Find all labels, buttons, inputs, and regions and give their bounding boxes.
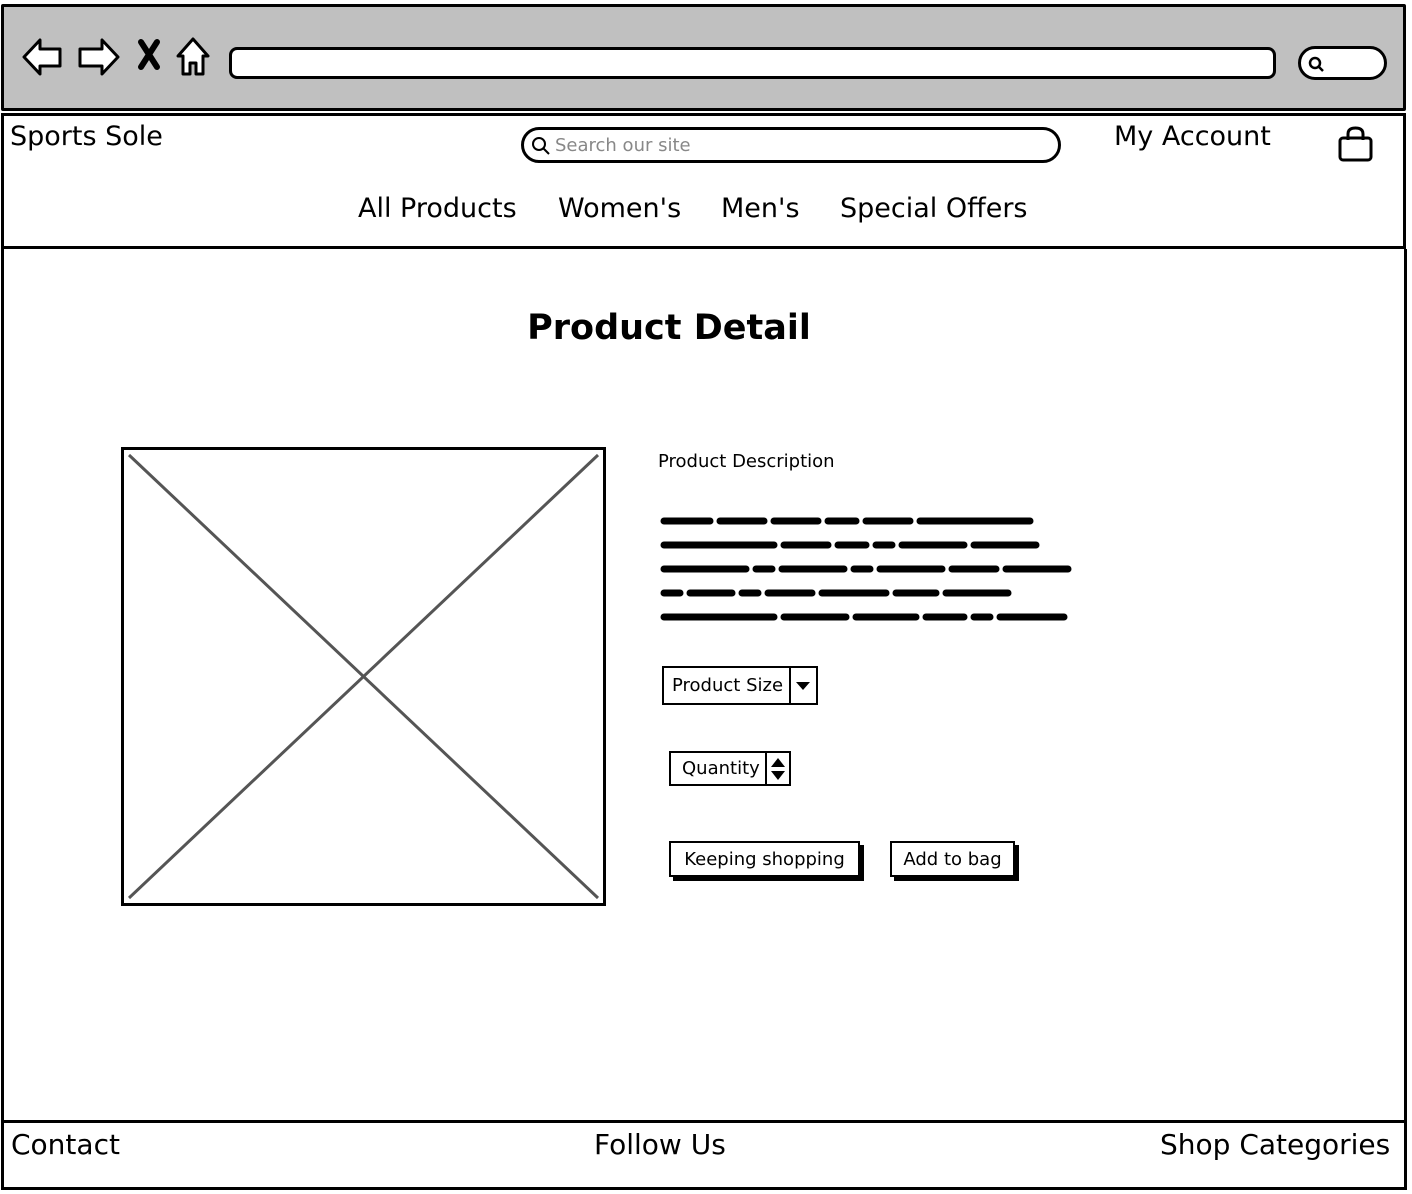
nav-special-offers[interactable]: Special Offers xyxy=(840,193,1028,224)
home-icon[interactable] xyxy=(176,37,210,76)
quantity-label: Quantity xyxy=(682,758,760,779)
add-to-bag-label: Add to bag xyxy=(903,849,1002,870)
search-icon xyxy=(532,137,550,155)
image-placeholder-cross xyxy=(127,453,600,900)
description-text-scribble xyxy=(660,517,1072,621)
shopping-bag-icon[interactable] xyxy=(1338,126,1374,164)
product-size-value: Product Size xyxy=(672,675,784,696)
back-arrow-icon[interactable] xyxy=(22,38,62,76)
product-image-placeholder xyxy=(121,447,606,906)
keep-shopping-label: Keeping shopping xyxy=(684,849,845,870)
chevron-down-icon xyxy=(796,682,810,690)
footer-follow-us-link[interactable]: Follow Us xyxy=(594,1128,726,1161)
search-icon xyxy=(1308,56,1324,72)
site-logo[interactable]: Sports Sole xyxy=(10,121,163,152)
forward-arrow-icon[interactable] xyxy=(78,38,120,76)
nav-all-products[interactable]: All Products xyxy=(358,193,517,224)
add-to-bag-button[interactable]: Add to bag xyxy=(890,841,1015,877)
page-title: Product Detail xyxy=(527,308,811,348)
close-icon[interactable] xyxy=(138,39,160,70)
product-size-select[interactable]: Product Size xyxy=(662,666,818,705)
quantity-stepper[interactable]: Quantity xyxy=(669,751,791,786)
nav-womens[interactable]: Women's xyxy=(558,193,681,224)
keep-shopping-button[interactable]: Keeping shopping xyxy=(669,841,860,877)
browser-nav-icons xyxy=(22,37,210,76)
site-search[interactable] xyxy=(521,127,1061,163)
my-account-link[interactable]: My Account xyxy=(1114,121,1271,152)
product-description-label: Product Description xyxy=(658,451,835,472)
footer-shop-categories-link[interactable]: Shop Categories xyxy=(1160,1128,1390,1161)
browser-search-field[interactable] xyxy=(1298,46,1387,80)
footer-contact-link[interactable]: Contact xyxy=(11,1128,120,1161)
search-input[interactable] xyxy=(555,133,1035,157)
address-bar[interactable] xyxy=(229,47,1276,79)
nav-mens[interactable]: Men's xyxy=(721,193,800,224)
stepper-arrows-icon[interactable] xyxy=(770,756,786,782)
